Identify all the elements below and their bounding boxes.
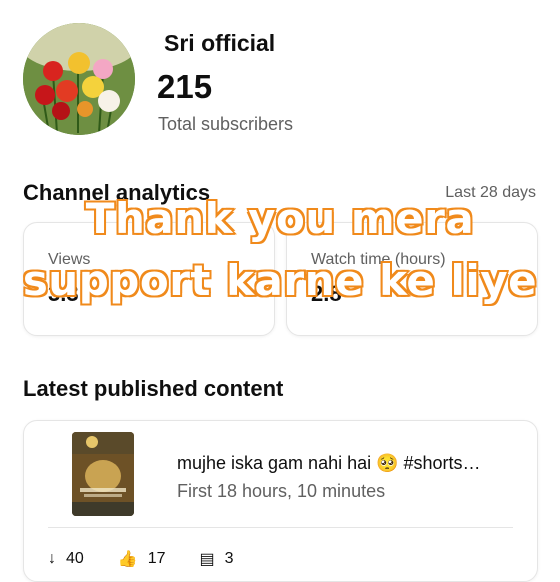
comments-stat: ▤ 3 [200, 549, 234, 569]
views-icon: ↓ [48, 550, 56, 567]
video-timeframe: First 18 hours, 10 minutes [177, 481, 386, 501]
like-icon: 👍 [117, 551, 138, 568]
caption-line-1: Thank you mera [84, 193, 475, 245]
comment-icon: ▤ [199, 551, 215, 568]
likes-count: 17 [147, 550, 166, 567]
comments-count: 3 [224, 550, 234, 567]
subscriber-count: 215 [157, 68, 213, 105]
views-count: 40 [66, 550, 84, 567]
latest-content-heading: Latest published content [23, 376, 284, 401]
divider [48, 527, 513, 528]
subscriber-label: Total subscribers [158, 114, 294, 134]
likes-stat: 👍 17 [118, 549, 166, 569]
video-title[interactable]: mujhe iska gam nahi hai 🥺 #shorts… [177, 453, 481, 474]
channel-name: Sri official [164, 30, 276, 56]
video-stats: ↓ 40 👍 17 ▤ 3 [48, 549, 234, 569]
video-thumbnail[interactable] [72, 432, 134, 516]
channel-avatar[interactable] [23, 23, 135, 135]
caption-line-2: support karne ke liye [21, 255, 538, 307]
views-stat: ↓ 40 [48, 550, 84, 568]
latest-video-card[interactable]: mujhe iska gam nahi hai 🥺 #shorts… First… [23, 420, 538, 582]
